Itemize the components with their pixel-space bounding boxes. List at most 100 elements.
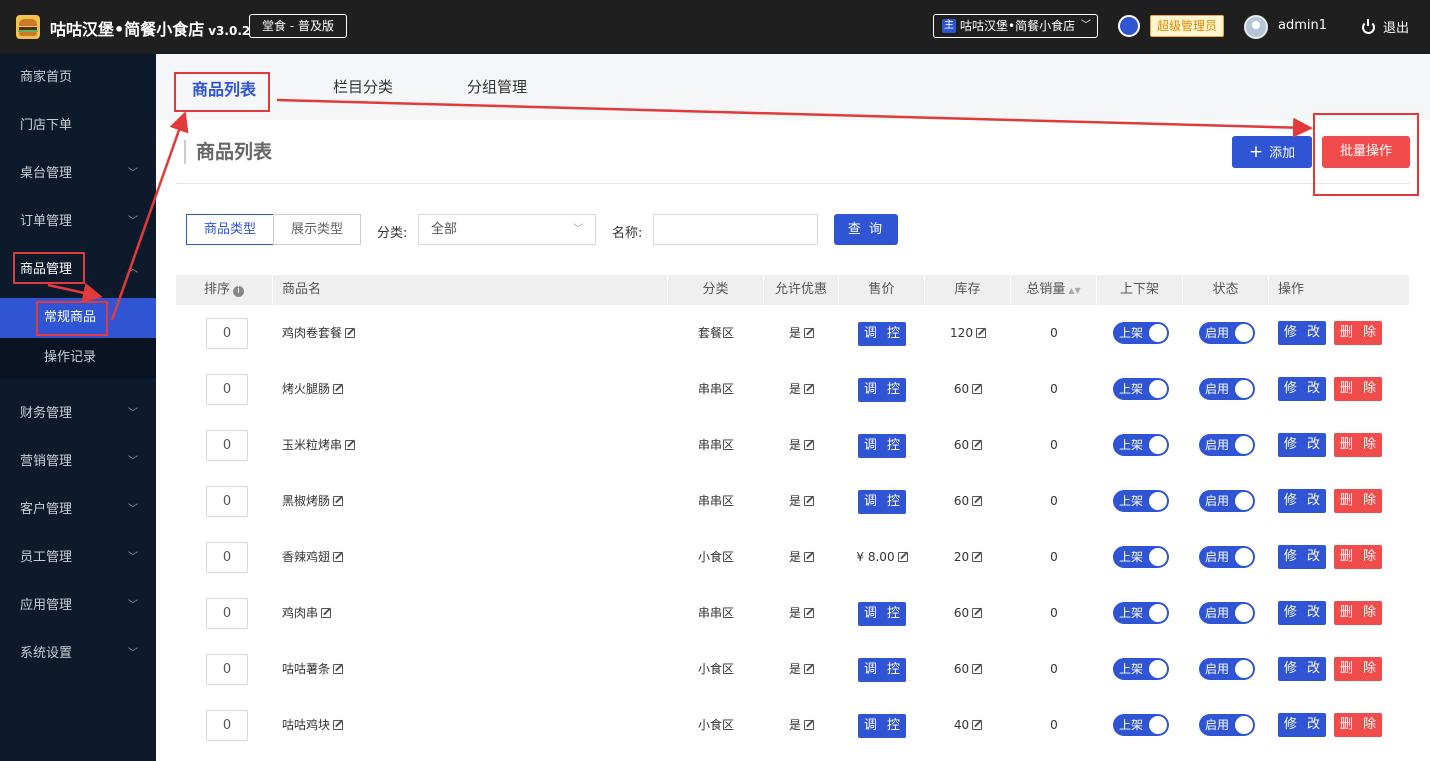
sidebar-item-home[interactable]: 商家首页 — [0, 54, 156, 102]
edit-icon[interactable] — [972, 496, 983, 506]
edit-icon[interactable] — [804, 664, 814, 674]
logout-button[interactable]: 退出 — [1362, 17, 1409, 36]
sidebar-item-store-order[interactable]: 门店下单 — [0, 102, 156, 150]
sort-input[interactable]: 0 — [206, 430, 248, 461]
delete-button[interactable]: 删 除 — [1334, 377, 1382, 401]
edit-icon[interactable] — [972, 552, 983, 562]
info-icon[interactable]: i — [233, 286, 244, 297]
status-toggle[interactable]: 启用 — [1199, 658, 1255, 680]
edit-button[interactable]: 修 改 — [1278, 321, 1326, 345]
edit-button[interactable]: 修 改 — [1278, 713, 1326, 737]
edit-button[interactable]: 修 改 — [1278, 545, 1326, 569]
edit-icon[interactable] — [804, 440, 814, 450]
tune-button[interactable]: 调 控 — [858, 489, 906, 514]
tune-button[interactable]: 调 控 — [858, 713, 906, 738]
status-toggle[interactable]: 启用 — [1199, 546, 1255, 568]
sidebar-item-order[interactable]: 订单管理 ﹀ — [0, 198, 156, 246]
shelf-toggle[interactable]: 上架 — [1113, 322, 1169, 344]
shelf-toggle[interactable]: 上架 — [1113, 434, 1169, 456]
delete-button[interactable]: 删 除 — [1334, 545, 1382, 569]
edit-button[interactable]: 修 改 — [1278, 657, 1326, 681]
delete-button[interactable]: 删 除 — [1334, 657, 1382, 681]
sort-input[interactable]: 0 — [206, 710, 248, 741]
edit-icon[interactable] — [804, 384, 814, 394]
seg-display-type[interactable]: 展示类型 — [273, 214, 361, 245]
status-toggle[interactable]: 启用 — [1199, 434, 1255, 456]
edit-button[interactable]: 修 改 — [1278, 601, 1326, 625]
store-selector[interactable]: 主 咕咕汉堡•简餐小食店 ﹀ — [933, 14, 1098, 38]
sidebar-item-settings[interactable]: 系统设置 ﹀ — [0, 630, 156, 678]
edit-icon[interactable] — [333, 552, 344, 562]
sort-input[interactable]: 0 — [206, 486, 248, 517]
edit-icon[interactable] — [972, 608, 983, 618]
edit-icon[interactable] — [333, 496, 344, 506]
edit-button[interactable]: 修 改 — [1278, 433, 1326, 457]
shelf-toggle[interactable]: 上架 — [1113, 602, 1169, 624]
tune-button[interactable]: 调 控 — [858, 321, 906, 346]
delete-button[interactable]: 删 除 — [1334, 321, 1382, 345]
sidebar-item-finance[interactable]: 财务管理 ﹀ — [0, 390, 156, 438]
sidebar-item-app[interactable]: 应用管理 ﹀ — [0, 582, 156, 630]
category-select[interactable]: 全部 ﹀ — [418, 214, 596, 245]
edit-icon[interactable] — [333, 384, 344, 394]
sidebar-item-staff[interactable]: 员工管理 ﹀ — [0, 534, 156, 582]
edit-icon[interactable] — [804, 496, 814, 506]
shelf-toggle[interactable]: 上架 — [1113, 378, 1169, 400]
sidebar-subitem-operation-log[interactable]: 操作记录 — [0, 338, 156, 378]
tune-button[interactable]: 调 控 — [858, 377, 906, 402]
shelf-toggle[interactable]: 上架 — [1113, 490, 1169, 512]
delete-button[interactable]: 删 除 — [1334, 601, 1382, 625]
edit-icon[interactable] — [345, 328, 356, 338]
th-sales[interactable]: 总销量 ▲▼ — [1011, 275, 1097, 305]
shelf-toggle[interactable]: 上架 — [1113, 714, 1169, 736]
delete-button[interactable]: 删 除 — [1334, 713, 1382, 737]
add-button[interactable]: + 添加 — [1232, 136, 1312, 168]
sidebar-item-customer[interactable]: 客户管理 ﹀ — [0, 486, 156, 534]
username[interactable]: admin1 — [1278, 18, 1327, 33]
sidebar-item-marketing[interactable]: 营销管理 ﹀ — [0, 438, 156, 486]
status-toggle[interactable]: 启用 — [1199, 714, 1255, 736]
sort-input[interactable]: 0 — [206, 654, 248, 685]
tune-button[interactable]: 调 控 — [858, 433, 906, 458]
tab-column-category[interactable]: 栏目分类 — [333, 76, 393, 97]
sort-icon[interactable]: ▲▼ — [1068, 286, 1080, 295]
edit-icon[interactable] — [972, 384, 983, 394]
query-button[interactable]: 查 询 — [834, 214, 898, 245]
edit-icon[interactable] — [804, 608, 814, 618]
status-toggle[interactable]: 启用 — [1199, 378, 1255, 400]
edit-button[interactable]: 修 改 — [1278, 489, 1326, 513]
sort-input[interactable]: 0 — [206, 598, 248, 629]
edit-button[interactable]: 修 改 — [1278, 377, 1326, 401]
edit-icon[interactable] — [804, 552, 814, 562]
delete-button[interactable]: 删 除 — [1334, 489, 1382, 513]
sort-input[interactable]: 0 — [206, 318, 248, 349]
edit-icon[interactable] — [972, 720, 983, 730]
edit-icon[interactable] — [333, 720, 344, 730]
edit-icon[interactable] — [975, 328, 986, 338]
avatar[interactable] — [1244, 15, 1268, 39]
edit-icon[interactable] — [804, 720, 814, 730]
edit-icon[interactable] — [321, 608, 332, 618]
theme-color-icon[interactable] — [1118, 15, 1140, 37]
sort-input[interactable]: 0 — [206, 374, 248, 405]
tab-group-management[interactable]: 分组管理 — [467, 76, 527, 97]
shelf-toggle[interactable]: 上架 — [1113, 546, 1169, 568]
edit-icon[interactable] — [804, 328, 814, 338]
edit-icon[interactable] — [345, 440, 356, 450]
seg-goods-type[interactable]: 商品类型 — [186, 214, 274, 245]
edition-badge[interactable]: 堂食 - 普及版 — [249, 14, 347, 38]
shelf-toggle[interactable]: 上架 — [1113, 658, 1169, 680]
status-toggle[interactable]: 启用 — [1199, 322, 1255, 344]
status-toggle[interactable]: 启用 — [1199, 602, 1255, 624]
edit-icon[interactable] — [333, 664, 344, 674]
status-toggle[interactable]: 启用 — [1199, 490, 1255, 512]
edit-icon[interactable] — [972, 664, 983, 674]
tune-button[interactable]: 调 控 — [858, 657, 906, 682]
sidebar-item-table[interactable]: 桌台管理 ﹀ — [0, 150, 156, 198]
edit-icon[interactable] — [897, 552, 908, 562]
delete-button[interactable]: 删 除 — [1334, 433, 1382, 457]
name-input[interactable] — [653, 214, 818, 245]
edit-icon[interactable] — [972, 440, 983, 450]
tune-button[interactable]: 调 控 — [858, 601, 906, 626]
sort-input[interactable]: 0 — [206, 542, 248, 573]
